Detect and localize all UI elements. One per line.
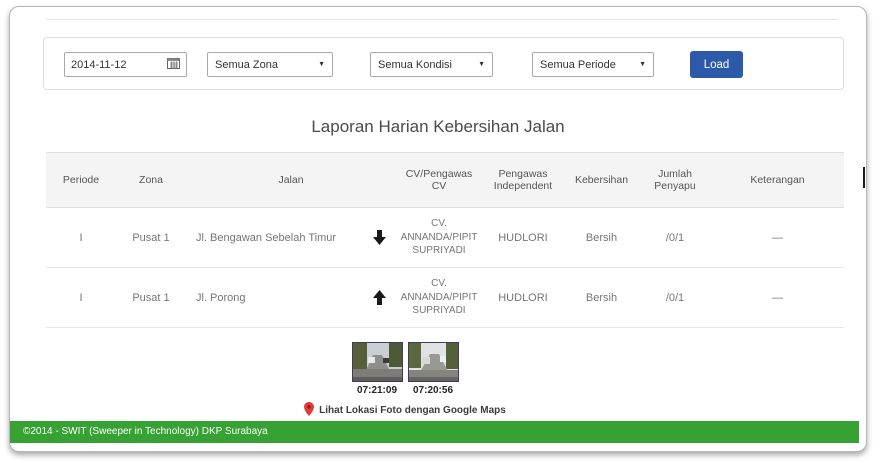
photo-detail-row: 07:21:09 07:20:56 Lihat Lokasi Foto deng…: [46, 327, 844, 433]
photo-detail-cell: 07:21:09 07:20:56 Lihat Lokasi Foto deng…: [46, 327, 844, 433]
road-photo-thumbnail[interactable]: [407, 341, 459, 382]
chevron-down-icon: ▼: [639, 61, 646, 68]
table-row[interactable]: I Pusat 1 Jl. Porong CV. ANNANDA/PIPIT S…: [46, 267, 844, 328]
cell-pengawas-independent: HUDLORI: [482, 267, 564, 328]
date-value: 2014-11-12: [71, 58, 127, 71]
cell-periode: I: [46, 267, 116, 328]
periode-selected-value: Semua Periode: [540, 58, 616, 71]
map-pin-icon: [304, 401, 315, 419]
zona-select[interactable]: Semua Zona ▼: [207, 52, 333, 77]
calendar-icon[interactable]: [167, 57, 180, 72]
filter-panel: 2014-11-12 Semua Zona ▼ Semua Kondisi ▼ …: [43, 37, 844, 90]
table-header-row: Periode Zona Jalan CV/Pengawas CV Pengaw…: [46, 152, 844, 208]
header-pengawas-independent: Pengawas Independent: [482, 152, 564, 208]
cell-jalan: Jl. Porong: [186, 267, 396, 328]
text-cursor-artifact: [863, 167, 865, 188]
photo-timestamp: 07:20:56: [412, 384, 454, 396]
google-maps-link[interactable]: Lihat Lokasi Foto dengan Google Maps: [304, 401, 506, 419]
cell-cv-pengawas: CV. ANNANDA/PIPIT SUPRIYADI: [396, 207, 482, 268]
periode-select[interactable]: Semua Periode ▼: [532, 52, 654, 77]
road-photo-thumbnail[interactable]: [351, 341, 403, 382]
google-maps-link-label: Lihat Lokasi Foto dengan Google Maps: [319, 404, 506, 416]
cell-keterangan: —: [711, 207, 844, 268]
jalan-name: Jl. Bengawan Sebelah Timur: [196, 231, 337, 244]
copyright-text: ©2014 - SWIT (Sweeper in Technology) DKP…: [23, 426, 268, 437]
chevron-down-icon: ▼: [478, 61, 485, 68]
jalan-name: Jl. Porong: [196, 291, 246, 304]
load-button[interactable]: Load: [690, 51, 743, 78]
cell-zona: Pusat 1: [116, 267, 186, 328]
header-cv-pengawas: CV/Pengawas CV: [396, 152, 482, 208]
cell-keterangan: —: [711, 267, 844, 328]
cell-pengawas-independent: HUDLORI: [482, 207, 564, 268]
photo-timestamp: 07:21:09: [356, 384, 398, 396]
cell-kebersihan: Bersih: [564, 207, 639, 268]
header-jalan: Jalan: [186, 152, 396, 208]
header-periode: Periode: [46, 152, 116, 208]
top-divider: [46, 19, 837, 20]
expand-up-arrow-icon: [373, 290, 386, 305]
zona-selected-value: Semua Zona: [215, 58, 278, 71]
cell-kebersihan: Bersih: [564, 267, 639, 328]
header-jumlah-penyapu: Jumlah Penyapu: [639, 152, 711, 208]
cell-jumlah-penyapu: /0/1: [639, 267, 711, 328]
header-zona: Zona: [116, 152, 186, 208]
report-table: Periode Zona Jalan CV/Pengawas CV Pengaw…: [46, 152, 844, 433]
collapse-down-arrow-icon: [373, 230, 386, 245]
cell-zona: Pusat 1: [116, 207, 186, 268]
app-window: 2014-11-12 Semua Zona ▼ Semua Kondisi ▼ …: [9, 6, 867, 452]
cell-periode: I: [46, 207, 116, 268]
chevron-down-icon: ▼: [318, 61, 325, 68]
cell-jalan: Jl. Bengawan Sebelah Timur: [186, 207, 396, 268]
kondisi-select[interactable]: Semua Kondisi ▼: [370, 52, 493, 77]
cell-jumlah-penyapu: /0/1: [639, 207, 711, 268]
cell-cv-pengawas: CV. ANNANDA/PIPIT SUPRIYADI: [396, 267, 482, 328]
header-kebersihan: Kebersihan: [564, 152, 639, 208]
header-keterangan: Keterangan: [711, 152, 844, 208]
kondisi-selected-value: Semua Kondisi: [378, 58, 452, 71]
date-input[interactable]: 2014-11-12: [64, 52, 187, 77]
footer: ©2014 - SWIT (Sweeper in Technology) DKP…: [10, 421, 859, 443]
table-row[interactable]: I Pusat 1 Jl. Bengawan Sebelah Timur CV.…: [46, 207, 844, 268]
page-title: Laporan Harian Kebersihan Jalan: [311, 117, 565, 136]
